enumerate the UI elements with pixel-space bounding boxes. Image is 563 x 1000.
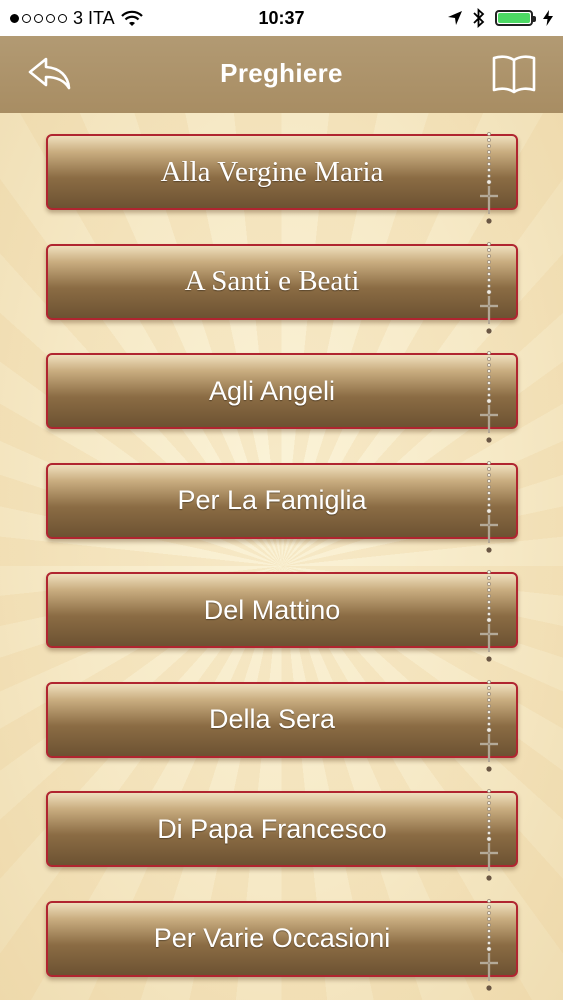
book-icon[interactable] [490, 52, 538, 96]
prayer-button-label: Per La Famiglia [177, 485, 367, 515]
prayer-button[interactable]: Alla Vergine Maria [46, 132, 518, 224]
prayer-button[interactable]: Della Sera [46, 679, 518, 772]
rosary-icon [480, 132, 498, 224]
prayer-button-label: Di Papa Francesco [157, 813, 387, 844]
rosary-icon [480, 351, 498, 443]
prayer-button[interactable]: Di Papa Francesco [46, 789, 518, 881]
prayer-button-label: Per Varie Occasioni [153, 923, 391, 953]
prayer-button-label: Alla Vergine Maria [160, 155, 384, 188]
bluetooth-icon [473, 8, 485, 28]
location-arrow-icon [448, 11, 462, 25]
rosary-icon [480, 570, 498, 662]
prayer-button[interactable]: A Santi e Beati [46, 241, 518, 334]
rosary-icon [480, 898, 498, 991]
prayer-button-label: A Santi e Beati [184, 265, 360, 297]
status-right [447, 8, 553, 28]
prayer-button[interactable]: Per La Famiglia [46, 460, 518, 553]
rosary-icon [480, 460, 498, 553]
rosary-icon [480, 241, 498, 334]
prayer-button[interactable]: Agli Angeli [46, 351, 518, 443]
battery-icon [495, 10, 536, 26]
rosary-icon [480, 679, 498, 772]
prayer-button[interactable]: Del Mattino [46, 570, 518, 662]
prayer-button-label: Agli Angeli [208, 375, 336, 406]
prayer-button-label: Della Sera [208, 704, 336, 734]
prayer-button[interactable]: Per Varie Occasioni [46, 898, 518, 991]
status-bar: 3 ITA 10:37 [0, 0, 563, 36]
page-title: Preghiere [220, 58, 343, 88]
rosary-icon [480, 789, 498, 881]
navigation-bar: Preghiere [0, 36, 563, 113]
prayer-button-label: Del Mattino [203, 594, 341, 625]
charging-bolt-icon [543, 10, 553, 26]
battery-level [498, 13, 530, 23]
